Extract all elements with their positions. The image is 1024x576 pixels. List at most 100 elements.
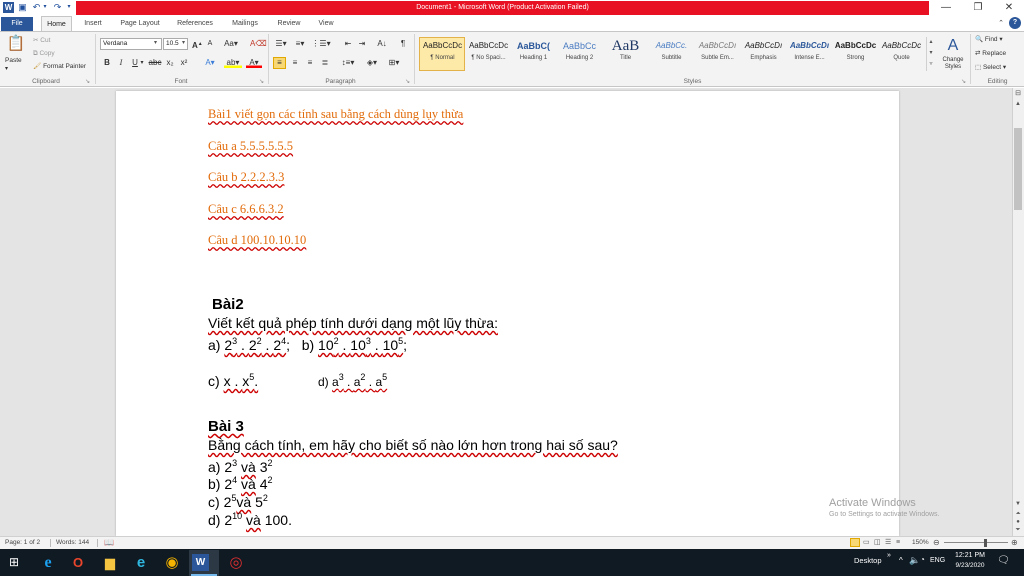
bai1-item-d[interactable]: Câu d 100.10.10.10 [208, 233, 306, 248]
change-styles-icon[interactable]: A [942, 36, 964, 56]
style-intense-emphasis[interactable]: AaBbCcDı Intense E... [787, 38, 832, 70]
copy-button[interactable]: ⧉ Copy [33, 49, 55, 58]
start-windows-icon[interactable]: ⊞ [2, 551, 26, 574]
text-effects-icon[interactable]: A▾ [203, 58, 217, 68]
sort-icon[interactable]: A↓ [376, 39, 388, 49]
desktop-toolbar-label[interactable]: Desktop [854, 556, 882, 565]
bold-icon[interactable]: B [102, 58, 112, 68]
paste-icon[interactable]: 📋 [6, 35, 26, 53]
paste-dropdown-icon[interactable]: ▾ [5, 65, 8, 74]
tab-page-layout[interactable]: Page Layout [114, 16, 166, 31]
restore-button[interactable]: ❐ [962, 0, 994, 16]
zoom-level[interactable]: 150% [912, 537, 929, 549]
cut-button[interactable]: ✂ Cut [33, 36, 50, 45]
paragraph-launcher-icon[interactable]: ↘ [405, 78, 410, 85]
underline-dropdown-icon[interactable]: ▾ [139, 58, 145, 68]
zoom-slider-thumb[interactable] [984, 539, 987, 547]
clipboard-launcher-icon[interactable]: ↘ [85, 78, 90, 85]
style-no-spacing[interactable]: AaBbCcDc ¶ No Spaci... [466, 38, 511, 70]
tab-insert[interactable]: Insert [78, 16, 108, 31]
outline-icon[interactable]: ☰ [885, 537, 891, 549]
paste-button[interactable]: Paste [5, 56, 22, 65]
toolbar-expand-icon[interactable]: » [887, 552, 891, 559]
file-explorer-icon[interactable]: ▆ [98, 551, 122, 574]
notification-icon[interactable]: 🗨 [997, 555, 1010, 566]
style-subtle-emphasis[interactable]: AaBbCcDı Subtle Em... [695, 38, 740, 70]
font-color-icon[interactable]: A▾ [246, 58, 262, 68]
undo-icon[interactable]: ↶ [31, 2, 42, 13]
language-indicator[interactable]: ENG [930, 557, 945, 564]
clear-formatting-icon[interactable]: A⌫ [250, 39, 267, 49]
zoom-out-icon[interactable]: ⊖ [933, 537, 940, 549]
select-button[interactable]: ⬚ Select ▾ [975, 63, 1006, 72]
bai2-title[interactable]: Bài2 [212, 296, 244, 313]
redo-icon[interactable]: ↷ [52, 2, 63, 13]
numbering-icon[interactable]: ≡▾ [292, 39, 308, 49]
network-icon[interactable]: ◔ [920, 555, 925, 564]
word-taskbar-icon[interactable]: W [192, 554, 209, 571]
bai2-prompt[interactable]: Viết kết quả phép tính dưới dạng một lũy… [208, 315, 498, 332]
font-name-dropdown-icon[interactable]: ▾ [154, 39, 157, 46]
tab-file[interactable]: File [1, 17, 33, 31]
customize-qat-icon[interactable]: ▾ [65, 2, 73, 13]
tab-view[interactable]: View [312, 16, 340, 31]
multilevel-list-icon[interactable]: ⋮☰▾ [311, 39, 331, 49]
tab-references[interactable]: References [172, 16, 218, 31]
edge-icon[interactable]: e [129, 551, 153, 574]
bai2-line-d[interactable]: d) a3 . a2 . a5 [318, 369, 387, 391]
help-icon[interactable]: ? [1009, 17, 1021, 29]
format-painter-button[interactable]: 🖌 Format Painter [33, 62, 86, 71]
zoom-slider[interactable] [944, 542, 1008, 543]
font-name-combo[interactable]: Verdana [100, 38, 162, 50]
style-quote[interactable]: AaBbCcDc Quote [879, 38, 924, 70]
previous-page-icon[interactable]: ⏶ [1013, 510, 1023, 518]
chrome-icon[interactable]: ◉ [160, 551, 184, 574]
proofing-icon[interactable]: 📖 [104, 537, 114, 549]
bai1-item-c[interactable]: Câu c 6.6.6.3.2 [208, 202, 284, 217]
align-right-icon[interactable]: ≡ [304, 58, 316, 68]
change-styles-button[interactable]: Change Styles [937, 57, 969, 71]
tray-chevron-icon[interactable]: ^ [899, 556, 903, 565]
style-subtitle[interactable]: AaBbCc. Subtitle [649, 38, 694, 70]
style-heading-2[interactable]: AaBbCc Heading 2 [557, 38, 602, 70]
undo-dropdown-icon[interactable]: ▾ [42, 2, 48, 13]
web-layout-icon[interactable]: ◫ [874, 537, 881, 549]
save-icon[interactable]: ▣ [17, 2, 28, 13]
strikethrough-icon[interactable]: abc [148, 58, 162, 68]
tab-review[interactable]: Review [272, 16, 306, 31]
styles-launcher-icon[interactable]: ↘ [961, 78, 966, 85]
style-strong[interactable]: AaBbCcDc Strong [833, 38, 878, 70]
bai2-line-ab[interactable]: a) 23 . 22 . 24; b) 102 . 103 . 105; [208, 333, 407, 354]
bai2-line-c[interactable]: c) x . x5. [208, 369, 258, 390]
bai3-title[interactable]: Bài 3 [208, 418, 244, 435]
close-button[interactable]: ✕ [993, 0, 1024, 16]
scroll-up-icon[interactable]: ▲ [1013, 101, 1023, 111]
collapse-ribbon-icon[interactable]: ⌃ [996, 16, 1006, 31]
replace-button[interactable]: ⇄ Replace [975, 49, 1006, 58]
page-count-status[interactable]: Page: 1 of 2 [5, 537, 40, 549]
shrink-font-icon[interactable]: A [205, 39, 215, 49]
select-browse-object-icon[interactable]: ● [1013, 518, 1023, 526]
full-screen-reading-icon[interactable]: ▭ [863, 537, 870, 549]
tab-mailings[interactable]: Mailings [224, 16, 266, 31]
recorder-icon[interactable]: ◎ [224, 551, 248, 574]
bai1-item-a[interactable]: Câu a 5.5.5.5.5.5 [208, 139, 293, 154]
scroll-down-icon[interactable]: ▼ [1013, 500, 1023, 508]
minimize-button[interactable]: — [930, 0, 962, 16]
draft-icon[interactable]: ≡ [896, 537, 900, 549]
highlight-color-icon[interactable]: ab▾ [224, 58, 242, 68]
style-normal[interactable]: AaBbCcDc ¶ Normal [420, 38, 465, 70]
font-launcher-icon[interactable]: ↘ [259, 78, 264, 85]
style-title[interactable]: AaB Title [603, 38, 648, 70]
change-case-icon[interactable]: Aa▾ [224, 39, 238, 49]
superscript-icon[interactable]: x² [178, 58, 190, 68]
show-formatting-icon[interactable]: ¶ [398, 39, 408, 49]
borders-icon[interactable]: ⊞▾ [386, 58, 402, 68]
italic-icon[interactable]: I [116, 58, 126, 68]
style-emphasis[interactable]: AaBbCcDı Emphasis [741, 38, 786, 70]
bai1-item-b[interactable]: Câu b 2.2.2.3.3 [208, 170, 284, 185]
increase-indent-icon[interactable]: ⇥ [356, 39, 368, 49]
bai3-prompt[interactable]: Bằng cách tính, em hãy cho biết số nào l… [208, 437, 618, 454]
grow-font-icon[interactable]: A▲ [192, 39, 203, 50]
justify-icon[interactable]: ≣ [319, 58, 331, 68]
